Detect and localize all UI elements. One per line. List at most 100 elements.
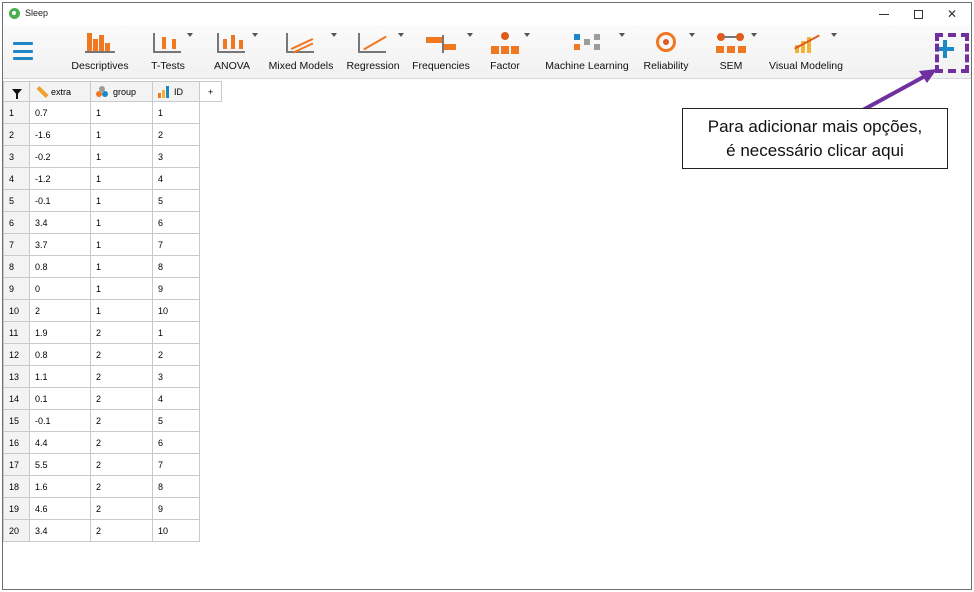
table-cell[interactable]: -0.1 [29, 409, 91, 432]
row-number: 5 [3, 189, 30, 212]
table-cell[interactable]: 4.6 [29, 497, 91, 520]
visual-modeling-icon [789, 31, 823, 55]
tool-descriptives[interactable]: Descriptives [65, 29, 135, 75]
table-cell[interactable]: 8 [152, 255, 200, 278]
table-cell[interactable]: 1 [90, 277, 153, 300]
table-cell[interactable]: 2 [90, 431, 153, 454]
tool-sem[interactable]: SEM [707, 29, 757, 75]
table-cell[interactable]: 0.8 [29, 255, 91, 278]
table-cell[interactable]: 3 [152, 365, 200, 388]
table-cell[interactable]: 2 [90, 343, 153, 366]
chevron-down-icon [831, 33, 837, 37]
table-cell[interactable]: 10 [152, 299, 200, 322]
column-header-group[interactable]: group [90, 81, 153, 102]
table-cell[interactable]: 1 [90, 167, 153, 190]
table-cell[interactable]: 1.1 [29, 365, 91, 388]
row-number: 13 [3, 365, 30, 388]
table-cell[interactable]: -0.2 [29, 145, 91, 168]
table-cell[interactable]: 10 [152, 519, 200, 542]
ribbon-toolbar: Descriptives T-Tests ANOVA Mixed Models … [3, 25, 971, 79]
main-menu-button[interactable] [13, 42, 33, 60]
tool-machine-learning[interactable]: Machine Learning [543, 29, 631, 75]
table-cell[interactable]: 3.7 [29, 233, 91, 256]
table-cell[interactable]: 8 [152, 475, 200, 498]
filter-button[interactable] [3, 81, 30, 102]
table-cell[interactable]: 2 [90, 453, 153, 476]
table-cell[interactable]: -1.2 [29, 167, 91, 190]
table-cell[interactable]: 4.4 [29, 431, 91, 454]
tool-t-tests[interactable]: T-Tests [145, 29, 193, 75]
table-cell[interactable]: 1 [152, 321, 200, 344]
table-cell[interactable]: 0.7 [29, 101, 91, 124]
chevron-down-icon [252, 33, 258, 37]
mixed-models-icon [284, 31, 318, 55]
table-cell[interactable]: 2 [90, 387, 153, 410]
table-cell[interactable]: 2 [152, 123, 200, 146]
table-cell[interactable]: 3.4 [29, 519, 91, 542]
column-header-extra[interactable]: extra [29, 81, 91, 102]
table-cell[interactable]: 9 [152, 497, 200, 520]
table-cell[interactable]: 1 [90, 299, 153, 322]
table-cell[interactable]: 0.8 [29, 343, 91, 366]
table-cell[interactable]: 1 [90, 189, 153, 212]
table-cell[interactable]: 1 [90, 101, 153, 124]
tool-regression[interactable]: Regression [344, 29, 404, 75]
table-cell[interactable]: 2 [90, 365, 153, 388]
column-header-id[interactable]: ID [152, 81, 200, 102]
scale-variable-icon [35, 86, 47, 98]
table-cell[interactable]: 2 [152, 343, 200, 366]
table-cell[interactable]: 7 [152, 453, 200, 476]
table-cell[interactable]: 2 [90, 519, 153, 542]
add-column-button[interactable]: + [199, 81, 222, 102]
table-cell[interactable]: 1 [90, 145, 153, 168]
table-cell[interactable]: -1.6 [29, 123, 91, 146]
tool-factor[interactable]: Factor [482, 29, 530, 75]
window-title: Sleep [25, 8, 49, 18]
table-cell[interactable]: 5 [152, 409, 200, 432]
tool-label: ANOVA [214, 60, 250, 72]
app-logo-icon [9, 8, 20, 19]
table-cell[interactable]: 5 [152, 189, 200, 212]
table-cell[interactable]: 2 [90, 475, 153, 498]
table-cell[interactable]: 1 [90, 255, 153, 278]
tool-visual-modeling[interactable]: Visual Modeling [767, 29, 845, 75]
tool-label: T-Tests [151, 60, 185, 72]
t-tests-icon [151, 31, 185, 55]
table-cell[interactable]: 3 [152, 145, 200, 168]
table-cell[interactable]: 1 [90, 233, 153, 256]
table-cell[interactable]: 9 [152, 277, 200, 300]
filter-icon [11, 88, 22, 99]
table-cell[interactable]: -0.1 [29, 189, 91, 212]
table-row: 16 4.4 2 6 [3, 431, 222, 454]
minimize-button[interactable] [867, 4, 901, 24]
tool-anova[interactable]: ANOVA [208, 29, 258, 75]
table-cell[interactable]: 4 [152, 167, 200, 190]
table-cell[interactable]: 1.9 [29, 321, 91, 344]
table-cell[interactable]: 2 [29, 299, 91, 322]
chevron-down-icon [187, 33, 193, 37]
tool-reliability[interactable]: Reliability [639, 29, 695, 75]
table-cell[interactable]: 1 [90, 211, 153, 234]
table-cell[interactable]: 5.5 [29, 453, 91, 476]
table-cell[interactable]: 2 [90, 497, 153, 520]
row-number: 20 [3, 519, 30, 542]
tool-mixed-models[interactable]: Mixed Models [267, 29, 337, 75]
table-cell[interactable]: 3.4 [29, 211, 91, 234]
table-cell[interactable]: 2 [90, 409, 153, 432]
table-cell[interactable]: 1.6 [29, 475, 91, 498]
row-number: 7 [3, 233, 30, 256]
close-button[interactable]: ✕ [935, 4, 969, 24]
table-cell[interactable]: 0 [29, 277, 91, 300]
table-cell[interactable]: 6 [152, 431, 200, 454]
maximize-button[interactable] [901, 4, 935, 24]
table-cell[interactable]: 2 [90, 321, 153, 344]
table-cell[interactable]: 7 [152, 233, 200, 256]
table-cell[interactable]: 6 [152, 211, 200, 234]
table-cell[interactable]: 1 [152, 101, 200, 124]
table-cell[interactable]: 0.1 [29, 387, 91, 410]
table-cell[interactable]: 4 [152, 387, 200, 410]
annotation-line: Para adicionar mais opções, [707, 116, 923, 136]
tool-frequencies[interactable]: Frequencies [411, 29, 473, 75]
row-number: 16 [3, 431, 30, 454]
table-cell[interactable]: 1 [90, 123, 153, 146]
